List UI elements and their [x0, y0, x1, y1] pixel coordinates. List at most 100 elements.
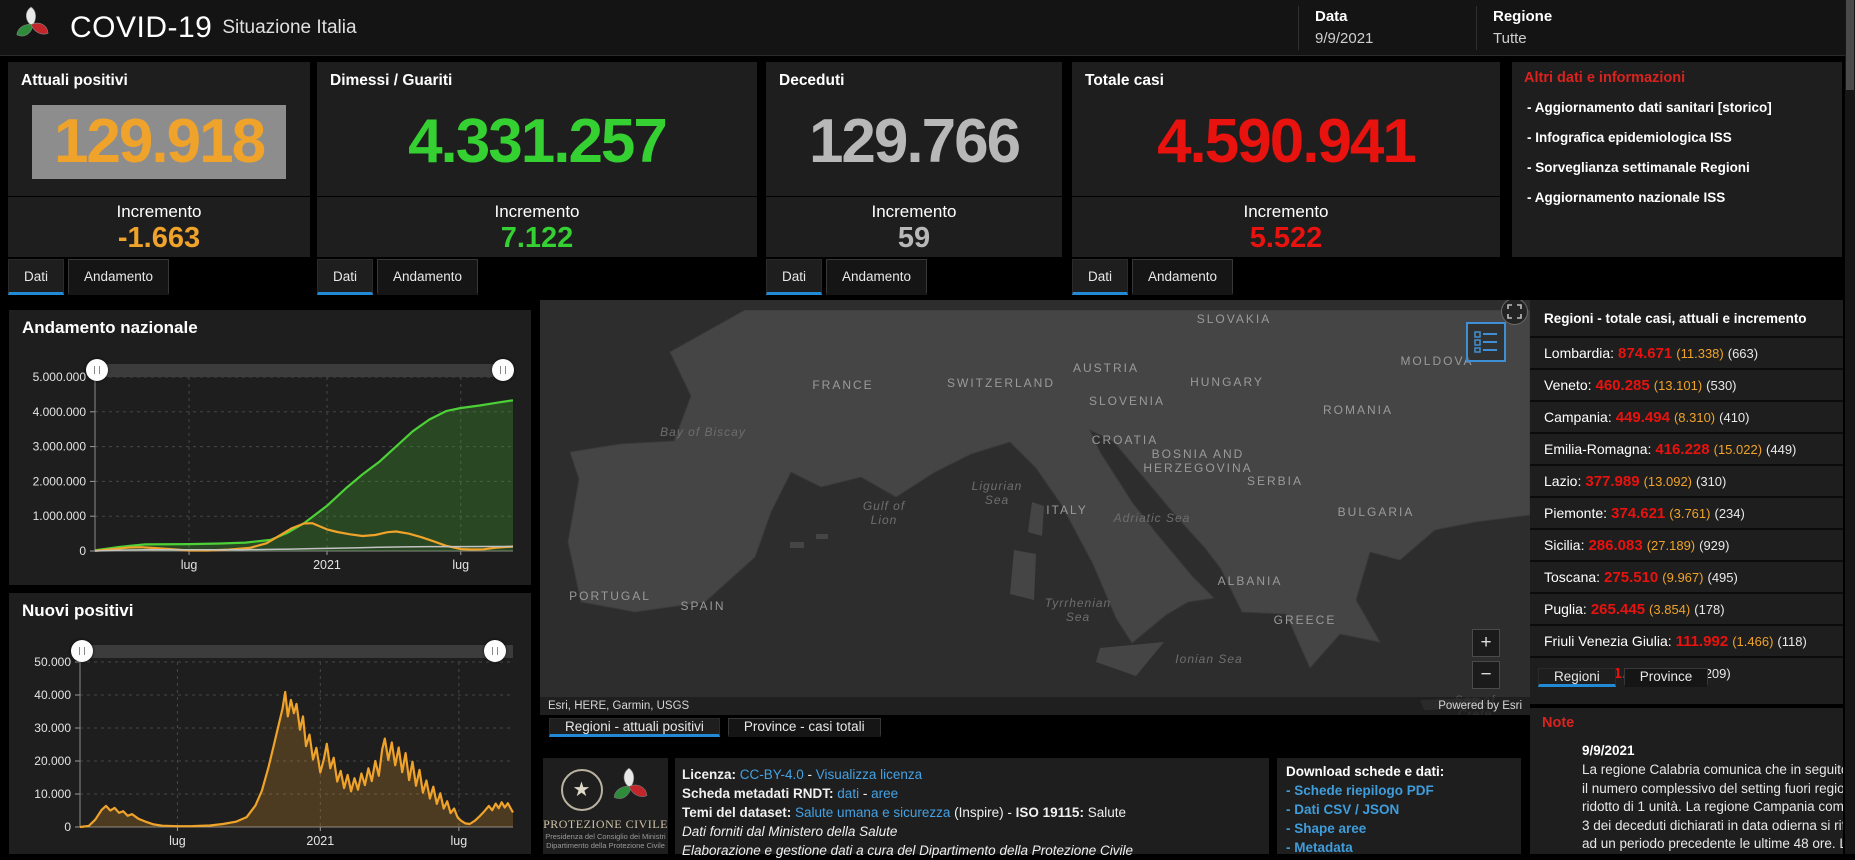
water-label-tyrrhenian-sea: Tyrrhenian Sea [1045, 596, 1111, 624]
card-dimessi-guariti: Dimessi / Guariti 4.331.257 Incremento 7… [317, 62, 757, 257]
footer-logo-line1: Presidenza del Consiglio dei Ministri [543, 832, 668, 841]
region-row[interactable]: Toscana:275.510(9.967)(495) [1530, 560, 1843, 592]
scrollbar-thumb[interactable] [1846, 0, 1854, 90]
svg-text:5.000.000: 5.000.000 [33, 370, 87, 384]
region-row[interactable]: Emilia-Romagna:416.228(15.022)(449) [1530, 432, 1843, 464]
card-value: 4.590.941 [1157, 111, 1415, 173]
tab-province[interactable]: Province [1624, 668, 1709, 687]
download-link[interactable]: - Shape aree [1286, 821, 1521, 836]
svg-text:2021: 2021 [313, 558, 341, 572]
time-slider-handle-left[interactable] [86, 359, 108, 381]
incremento-label: Incremento [766, 202, 1062, 222]
altri-dati-link[interactable]: - Infografica epidemiologica ISS [1524, 129, 1822, 146]
region-incremento: (530) [1706, 378, 1736, 393]
region-row[interactable]: Campania:449.494(8.310)(410) [1530, 400, 1843, 432]
powered-by-esri[interactable]: Powered by Esri [1438, 700, 1522, 712]
water-label-bay-of-biscay: Bay of Biscay [660, 425, 746, 439]
altri-dati-link[interactable]: - Aggiornamento dati sanitari [storico] [1524, 99, 1822, 116]
europe-map[interactable]: FRANCESWITZERLANDAUSTRIASLOVAKIAHUNGARYM… [540, 300, 1530, 715]
altri-dati-link[interactable]: - Aggiornamento nazionale ISS [1524, 189, 1822, 206]
region-row[interactable]: Lombardia:874.671(11.338)(663) [1530, 336, 1843, 368]
time-slider-handle-left[interactable] [71, 640, 93, 662]
license-link[interactable]: Visualizza licenza [816, 767, 922, 782]
time-slider-handle-right[interactable] [484, 640, 506, 662]
tab-province-casi-totali[interactable]: Province - casi totali [728, 718, 881, 737]
region-totale-casi: 377.989 [1585, 473, 1639, 490]
chart-title: Andamento nazionale [22, 318, 198, 338]
tab-dati[interactable]: Dati [766, 259, 822, 295]
region-name: Lazio: [1544, 473, 1581, 489]
download-link[interactable]: - Schede riepilogo PDF [1286, 783, 1521, 798]
license-line: Licenza: CC-BY-4.0 - Visualizza licenza [682, 765, 1269, 784]
tab-andamento[interactable]: Andamento [1132, 259, 1233, 295]
region-attuali: (11.338) [1676, 346, 1723, 361]
svg-text:0: 0 [79, 544, 86, 558]
region-row[interactable]: Veneto:460.285(13.101)(530) [1530, 368, 1843, 400]
app-subtitle: Situazione Italia [222, 17, 356, 39]
license-text: (Inspire) - [950, 805, 1015, 820]
country-label-romania: ROMANIA [1323, 403, 1393, 417]
star-emblem-icon: ★ [561, 769, 603, 811]
region-label: Regione [1493, 8, 1663, 25]
card-tabs-deceduti: Dati Andamento [766, 259, 927, 295]
region-incremento: (495) [1707, 570, 1737, 585]
andamento-nazionale-chart: 5.000.0004.000.0003.000.0002.000.0001.00… [9, 310, 531, 585]
svg-text:20.000: 20.000 [34, 754, 71, 768]
map-zoom-out-button[interactable]: − [1472, 661, 1500, 689]
country-label-switzerland: SWITZERLAND [947, 376, 1055, 390]
region-attuali: (1.466) [1732, 634, 1773, 649]
svg-text:lug: lug [451, 834, 468, 848]
license-line: Scheda metadati RNDT: dati - aree [682, 784, 1269, 803]
map-zoom-in-button[interactable]: + [1472, 629, 1500, 657]
license-link[interactable]: Salute umana e sicurezza [795, 805, 950, 820]
region-incremento: (410) [1719, 410, 1749, 425]
region-row[interactable]: Sicilia:286.083(27.189)(929) [1530, 528, 1843, 560]
protezione-civile-logo-icon [12, 5, 52, 50]
map-legend-button[interactable] [1466, 322, 1506, 362]
tab-andamento[interactable]: Andamento [826, 259, 927, 295]
tab-regioni[interactable]: Regioni [1538, 668, 1616, 687]
tab-regioni-attuali-positivi[interactable]: Regioni - attuali positivi [549, 718, 720, 737]
tab-dati[interactable]: Dati [317, 259, 373, 295]
region-row[interactable]: Piemonte:374.621(3.761)(234) [1530, 496, 1843, 528]
region-row[interactable]: Friuli Venezia Giulia:111.992(1.466)(118… [1530, 624, 1843, 656]
time-slider-track[interactable] [80, 645, 513, 658]
time-slider-handle-right[interactable] [492, 359, 514, 381]
card-value: 4.331.257 [408, 111, 666, 173]
license-line: Temi del dataset: Salute umana e sicurez… [682, 803, 1269, 822]
license-link[interactable]: dati [837, 786, 859, 801]
region-attuali: (3.854) [1649, 602, 1690, 617]
incremento-section: Incremento -1.663 [8, 196, 310, 257]
tab-dati[interactable]: Dati [8, 259, 64, 295]
regions-tabs: Regioni Province [1538, 668, 1708, 687]
license-link[interactable]: aree [871, 786, 898, 801]
download-link[interactable]: - Metadata [1286, 840, 1521, 855]
incremento-value: -1.663 [8, 224, 310, 253]
time-slider-track[interactable] [95, 364, 513, 377]
app-title: COVID-19 [70, 11, 212, 45]
tab-andamento[interactable]: Andamento [68, 259, 169, 295]
download-link[interactable]: - Dati CSV / JSON [1286, 802, 1521, 817]
region-attuali: (8.310) [1674, 410, 1715, 425]
region-row[interactable]: Puglia:265.445(3.854)(178) [1530, 592, 1843, 624]
region-name: Emilia-Romagna: [1544, 441, 1651, 457]
altri-dati-link[interactable]: - Sorveglianza settimanale Regioni [1524, 159, 1822, 176]
region-row[interactable]: Lazio:377.989 (13.092) (310) [1530, 464, 1843, 496]
region-attuali: (13.092) [1644, 474, 1692, 489]
tab-andamento[interactable]: Andamento [377, 259, 478, 295]
license-text: ISO 19115: [1016, 805, 1084, 820]
incremento-section: Incremento 59 [766, 196, 1062, 257]
svg-text:lug: lug [452, 558, 469, 572]
incremento-label: Incremento [317, 202, 757, 222]
header-bar: COVID-19 Situazione Italia Data 9/9/2021… [0, 0, 1855, 56]
license-link[interactable]: CC-BY-4.0 [740, 767, 804, 782]
region-incremento: (310) [1696, 474, 1726, 489]
tab-dati[interactable]: Dati [1072, 259, 1128, 295]
svg-text:4.000.000: 4.000.000 [33, 405, 87, 419]
page-scrollbar[interactable] [1845, 0, 1855, 854]
regions-list-title: Regioni - totale casi, attuali e increme… [1530, 300, 1843, 326]
region-totale-casi: 374.621 [1611, 505, 1665, 522]
region-attuali: (13.101) [1654, 378, 1702, 393]
country-label-serbia: SERBIA [1247, 474, 1303, 488]
svg-text:2021: 2021 [306, 834, 334, 848]
